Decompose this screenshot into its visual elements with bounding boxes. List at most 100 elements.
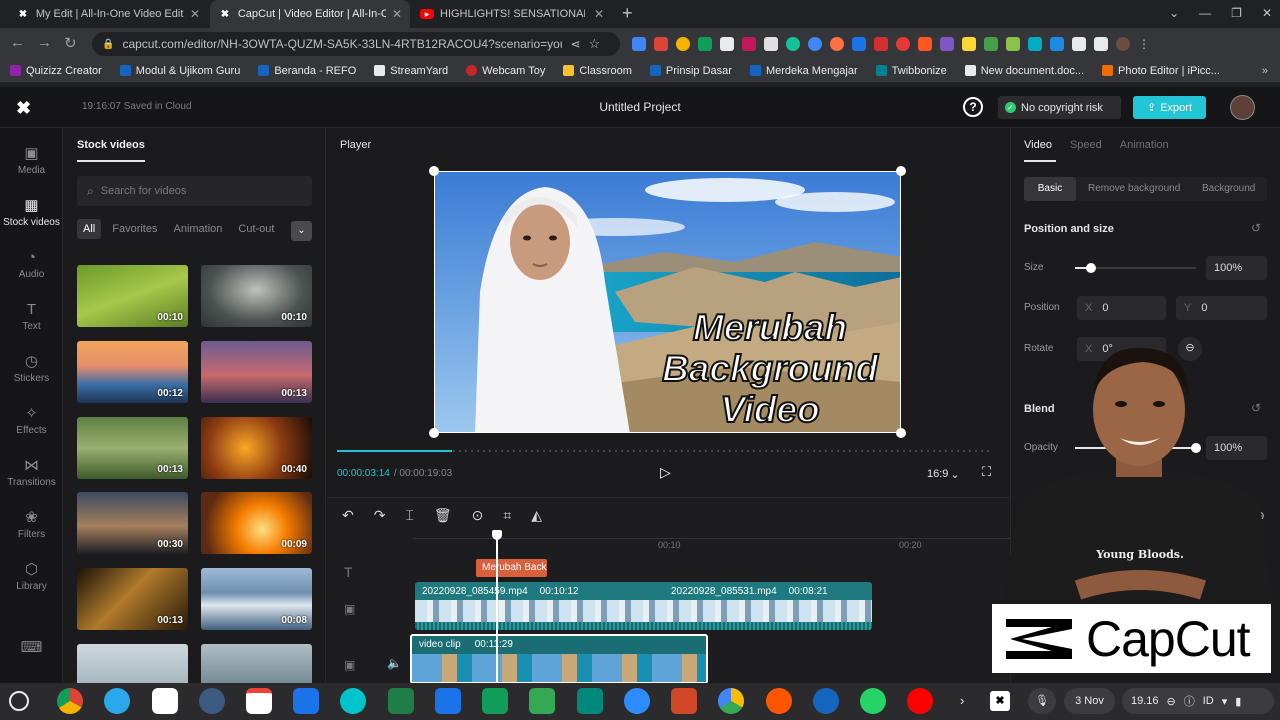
- extension-icon[interactable]: [764, 37, 778, 51]
- calendar-app-icon[interactable]: [293, 688, 319, 714]
- size-slider-knob[interactable]: [1086, 263, 1096, 273]
- extension-icon[interactable]: [654, 37, 668, 51]
- whatsapp-app-icon[interactable]: [860, 688, 886, 714]
- close-tab-icon[interactable]: ✕: [594, 7, 604, 21]
- soundcloud-app-icon[interactable]: [766, 688, 792, 714]
- crop-icon[interactable]: ⌗: [503, 507, 511, 524]
- telegram-app-icon[interactable]: [104, 688, 130, 714]
- app-icon[interactable]: [152, 688, 178, 714]
- sidepanel-icon[interactable]: [1094, 37, 1108, 51]
- launcher-icon[interactable]: [9, 691, 29, 711]
- filter-favorites[interactable]: Favorites: [107, 219, 162, 239]
- bookmark-item[interactable]: Twibbonize: [875, 65, 947, 77]
- rail-media[interactable]: ▣ Media: [0, 146, 63, 177]
- extension-icon[interactable]: [896, 37, 910, 51]
- stock-thumbnail[interactable]: 00:10: [77, 265, 188, 327]
- profile-avatar[interactable]: [1116, 37, 1130, 51]
- subtab-background[interactable]: Background: [1202, 183, 1255, 194]
- bookmark-item[interactable]: StreamYard: [374, 65, 448, 77]
- keyboard-shortcuts-button[interactable]: ⌨: [0, 640, 63, 656]
- subtab-basic[interactable]: Basic: [1024, 177, 1076, 201]
- playhead[interactable]: [496, 534, 498, 684]
- rail-filters[interactable]: ❀ Filters: [0, 510, 63, 541]
- undo-icon[interactable]: ↶: [342, 507, 354, 524]
- stock-thumbnail[interactable]: [77, 644, 188, 683]
- extension-icon[interactable]: [698, 37, 712, 51]
- extension-icon[interactable]: [940, 37, 954, 51]
- forward-icon[interactable]: →: [37, 34, 52, 51]
- bookmark-star-icon[interactable]: ☆: [589, 36, 601, 52]
- camera-app-icon[interactable]: [435, 688, 461, 714]
- resize-handle[interactable]: [896, 166, 906, 176]
- filter-animation[interactable]: Animation: [168, 219, 227, 239]
- rail-transitions[interactable]: ⋈ Transitions: [0, 458, 63, 489]
- rail-text[interactable]: T Text: [0, 302, 63, 333]
- speed-icon[interactable]: ⊙: [472, 507, 484, 524]
- date-chip[interactable]: 3 Nov: [1064, 688, 1115, 714]
- youtube-app-icon[interactable]: [907, 688, 933, 714]
- bookmark-item[interactable]: Quizizz Creator: [10, 65, 102, 77]
- bookmark-item[interactable]: Classroom: [563, 65, 632, 77]
- stock-thumbnail[interactable]: [201, 644, 312, 683]
- mute-icon[interactable]: 🔈: [387, 656, 402, 670]
- new-tab-button[interactable]: +: [622, 3, 633, 24]
- mirror-icon[interactable]: ◭: [531, 507, 542, 524]
- bookmark-item[interactable]: New document.doc...: [964, 65, 1084, 77]
- app-icon[interactable]: [199, 688, 225, 714]
- drive-app-icon[interactable]: [718, 688, 744, 714]
- tab-my-edit[interactable]: ✖ My Edit | All-In-One Video Editing ✕: [8, 0, 208, 28]
- filters-dropdown-icon[interactable]: ⌄: [291, 221, 312, 241]
- export-button[interactable]: ⇪ Export: [1133, 96, 1206, 119]
- split-icon[interactable]: ⌶: [405, 507, 413, 524]
- close-window-icon[interactable]: ✕: [1262, 6, 1272, 20]
- subtab-remove-background[interactable]: Remove background: [1088, 183, 1180, 194]
- back-icon[interactable]: ←: [10, 34, 25, 51]
- tab-animation[interactable]: Animation: [1120, 139, 1169, 151]
- fullscreen-icon[interactable]: ⛶: [982, 464, 991, 480]
- capcut-logo-icon[interactable]: ✖: [16, 98, 31, 119]
- search-input[interactable]: ⌕ Search for videos: [77, 176, 312, 206]
- stock-thumbnail[interactable]: 00:13: [77, 568, 188, 630]
- url-field[interactable]: 🔒 capcut.com/editor/NH-3OWTA-QUZM-SA5K-3…: [92, 32, 620, 56]
- tab-highlights[interactable]: ▶ HIGHLIGHTS! SENSATIONAL DE ✕: [412, 0, 612, 28]
- app-icon[interactable]: [813, 688, 839, 714]
- extension-icon[interactable]: [786, 37, 800, 51]
- video-caption[interactable]: Merubah Background Video: [640, 306, 900, 431]
- minimize-icon[interactable]: —: [1199, 6, 1211, 20]
- status-tray[interactable]: 19.16 ⊖ ⓘ ID ▾ ▮: [1122, 688, 1274, 714]
- redo-icon[interactable]: ↷: [374, 507, 386, 524]
- video-preview[interactable]: Merubah Background Video: [434, 171, 901, 433]
- classroom-app-icon[interactable]: [529, 688, 555, 714]
- stock-thumbnail[interactable]: 00:13: [77, 417, 188, 479]
- rail-audio[interactable]: ◔ Audio: [0, 250, 63, 281]
- delete-icon[interactable]: 🗑: [434, 507, 452, 524]
- tab-search-icon[interactable]: ⌄: [1169, 6, 1179, 20]
- extension-icon[interactable]: [1050, 37, 1064, 51]
- main-video-clip[interactable]: video clip 00:11:29: [410, 634, 708, 684]
- tab-capcut[interactable]: ✖ CapCut | Video Editor | All-In-One ✕: [210, 0, 410, 28]
- play-icon[interactable]: ▷: [660, 464, 671, 481]
- help-icon[interactable]: ?: [963, 97, 983, 117]
- extension-icon[interactable]: [720, 37, 734, 51]
- position-x-field[interactable]: X0: [1077, 296, 1166, 320]
- gmail-app-icon[interactable]: [246, 688, 272, 714]
- rail-library[interactable]: ⬡ Library: [0, 562, 63, 593]
- bookmark-item[interactable]: Merdeka Mengajar: [749, 65, 858, 77]
- stock-thumbnail[interactable]: 00:12: [77, 341, 188, 403]
- tab-video[interactable]: Video: [1024, 139, 1052, 151]
- chrome-app-icon[interactable]: [57, 688, 83, 714]
- overlay-video-track[interactable]: 20220928_085459.mp4 00:10:12 20220928_085…: [415, 582, 872, 630]
- restore-icon[interactable]: ❐: [1231, 6, 1242, 20]
- powerpoint-app-icon[interactable]: [671, 688, 697, 714]
- bookmark-item[interactable]: Modul & Ujikom Guru: [119, 65, 240, 77]
- overflow-chevron-icon[interactable]: ›: [960, 693, 964, 708]
- position-y-field[interactable]: Y0: [1176, 296, 1267, 320]
- extension-icon[interactable]: [632, 37, 646, 51]
- meet-app-icon[interactable]: [577, 688, 603, 714]
- excel-app-icon[interactable]: [388, 688, 414, 714]
- extension-icon[interactable]: [742, 37, 756, 51]
- aspect-ratio-select[interactable]: 16:9 ⌄: [927, 468, 960, 481]
- canva-app-icon[interactable]: [340, 688, 366, 714]
- rail-stickers[interactable]: ◷ Stickers: [0, 354, 63, 385]
- extension-icon[interactable]: [830, 37, 844, 51]
